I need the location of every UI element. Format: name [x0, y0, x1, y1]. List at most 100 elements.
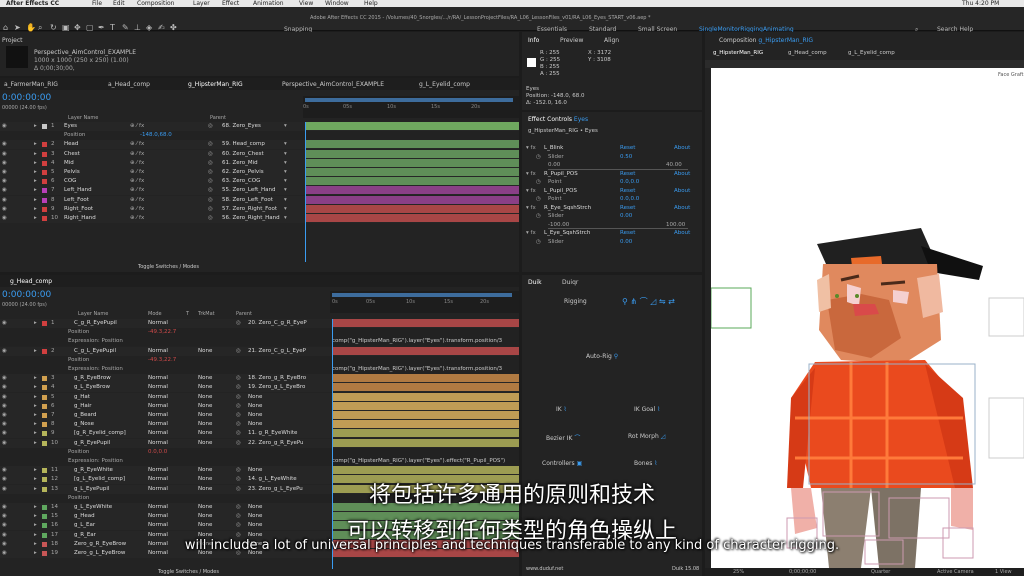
expand-arrow-icon[interactable]: ▸	[34, 319, 37, 328]
layer-duration-bar[interactable]	[305, 140, 519, 149]
layer-parent[interactable]: 11. g_R_EyeWhite	[248, 429, 297, 438]
table-row[interactable]: Position -49.3,22.7	[0, 328, 519, 338]
pickwhip-icon[interactable]: ◎	[236, 393, 241, 402]
expand-arrow-icon[interactable]: ▸	[34, 466, 37, 475]
stopwatch-icon[interactable]: ◷	[536, 238, 541, 247]
layer-name[interactable]: g_R_EyePupil	[74, 439, 110, 448]
label-color-swatch[interactable]	[42, 197, 47, 203]
layer-parent[interactable]: 60. Zero_Chest	[222, 150, 264, 159]
dropdown-arrow-icon[interactable]: ▾	[284, 122, 287, 131]
visibility-icon[interactable]: ◉	[2, 383, 7, 392]
effect-property-value[interactable]: 0.00	[620, 238, 632, 247]
layer-parent[interactable]: None	[248, 393, 262, 402]
expand-arrow-icon[interactable]: ▸	[34, 177, 37, 186]
expression-text[interactable]: comp("g_HipsterMan_RIG").layer("Eyes").t…	[332, 365, 502, 374]
tab-info[interactable]: Info	[528, 37, 539, 44]
visibility-icon[interactable]: ◉	[2, 159, 7, 168]
expand-arrow-icon[interactable]: ▸	[34, 420, 37, 429]
dropdown-arrow-icon[interactable]: ▾	[284, 196, 287, 205]
rotate-tool-icon[interactable]: ↻	[50, 23, 57, 32]
table-row[interactable]: ◉ ▸ 1 Eyes ⊕ ⁄ fx ◎ 68. Zero_Eyes ▾	[0, 122, 519, 131]
table-row[interactable]: ◉ ▸ 3 g_R_EyeBrow Normal None ◎ 18. Zero_g_R_Ey…	[0, 374, 519, 384]
layer-name[interactable]: C_g_L_EyePupil	[74, 347, 116, 356]
duik-bones-button[interactable]: Bones ⌇	[634, 460, 657, 467]
expand-arrow-icon[interactable]: ▸	[34, 393, 37, 402]
layer-parent[interactable]: 55. Zero_Left_Hand	[222, 186, 275, 195]
effect-controls-tab[interactable]: Effect Controls Eyes	[528, 116, 588, 123]
menu-window[interactable]: Window	[325, 0, 349, 7]
switches-icon[interactable]: ⊕ ⁄ fx	[130, 150, 144, 159]
visibility-icon[interactable]: ◉	[2, 177, 7, 186]
tab-l-eyelid-comp[interactable]: g_L_Eyelid_comp	[419, 81, 470, 88]
layer-mode[interactable]: Normal	[148, 374, 168, 383]
layer-duration-bar[interactable]	[332, 429, 519, 438]
pickwhip-icon[interactable]: ◎	[236, 429, 241, 438]
table-row[interactable]: Expression: Position comp("g_HipsterMan_R…	[0, 337, 519, 347]
clone-tool-icon[interactable]: ⊥	[134, 23, 141, 32]
table-row[interactable]: ◉ ▸ 1 C_g_R_EyePupil Normal ◎ 20. Zero_C_g_R_E…	[0, 319, 519, 328]
menu-edit[interactable]: Edit	[113, 0, 125, 7]
tab-farmerman-rig[interactable]: a_FarmerMan_RIG	[4, 81, 58, 88]
label-color-swatch[interactable]	[42, 179, 47, 185]
switches-icon[interactable]: ⊕ ⁄ fx	[130, 122, 144, 131]
dropdown-arrow-icon[interactable]: ▾	[284, 177, 287, 186]
selection-tool-icon[interactable]: ➤	[14, 23, 21, 32]
layer-mode[interactable]: Normal	[148, 383, 168, 392]
expression-text[interactable]: comp("g_HipsterMan_RIG").layer("Eyes").t…	[332, 337, 502, 346]
layer-mode[interactable]: Normal	[148, 439, 168, 448]
pickwhip-icon[interactable]: ◎	[208, 122, 213, 131]
layer-name[interactable]: g_R_EyeBrow	[74, 374, 111, 383]
visibility-icon[interactable]: ◉	[2, 205, 7, 214]
layer-duration-bar[interactable]	[332, 319, 519, 327]
layer-duration-bar[interactable]	[332, 383, 519, 392]
layer-parent[interactable]: 59. Head_comp	[222, 140, 265, 149]
layer-parent[interactable]: 62. Zero_Pelvis	[222, 168, 264, 177]
property-value[interactable]: -49.3,22.7	[148, 328, 176, 337]
menu-composition[interactable]: Composition	[137, 0, 174, 7]
dropdown-arrow-icon[interactable]: ▾	[284, 159, 287, 168]
switches-icon[interactable]: ⊕ ⁄ fx	[130, 168, 144, 177]
layer-name[interactable]: g_L_EyeBrow	[74, 383, 110, 392]
property-value[interactable]: -148.0,68.0	[140, 131, 172, 140]
tab-perspective-aimcontrol[interactable]: Perspective_AimControl_EXAMPLE	[282, 81, 384, 88]
table-row[interactable]: ◉ ▸ 4 g_L_EyeBrow Normal None ◎ 19. Zero_g_L_Ey…	[0, 383, 519, 393]
label-color-swatch[interactable]	[42, 413, 47, 418]
table-row[interactable]: ◉ ▸ 8 g_Nose Normal None ◎ None	[0, 420, 519, 430]
tab-hipsterman-rig[interactable]: g_HipsterMan_RIG	[188, 81, 243, 88]
menu-layer[interactable]: Layer	[193, 0, 210, 7]
work-area-bar[interactable]	[305, 98, 513, 102]
layer-duration-bar[interactable]	[305, 122, 519, 130]
layer-mode[interactable]: Normal	[148, 429, 168, 438]
tab-preview[interactable]: Preview	[560, 37, 583, 44]
toggle-switches-modes[interactable]: Toggle Switches / Modes	[138, 264, 199, 270]
layer-duration-bar[interactable]	[305, 168, 519, 176]
table-row[interactable]: Expression: Position comp("g_HipsterMan_R…	[0, 457, 519, 466]
layer-duration-bar[interactable]	[332, 392, 519, 401]
label-color-swatch[interactable]	[42, 440, 47, 446]
table-row[interactable]: Position 0.0,0.0	[0, 447, 519, 457]
layer-duration-bar[interactable]	[305, 204, 519, 213]
table-row[interactable]: ◉ ▸ 6 COG ⊕ ⁄ fx ◎ 63. Zero_COG ▾	[0, 177, 519, 187]
layer-name[interactable]: g_R_EyeWhite	[74, 466, 113, 475]
pickwhip-icon[interactable]: ◎	[236, 420, 241, 429]
expand-arrow-icon[interactable]: ▸	[34, 411, 37, 420]
visibility-icon[interactable]: ◉	[2, 186, 7, 195]
layer-parent[interactable]: 58. Zero_Left_Foot	[222, 196, 273, 205]
switches-icon[interactable]: ⊕ ⁄ fx	[130, 186, 144, 195]
current-time[interactable]: 0:00:00:00	[2, 290, 51, 300]
expand-arrow-icon[interactable]: ▸	[34, 205, 37, 214]
pickwhip-icon[interactable]: ◎	[208, 177, 213, 186]
layer-mode[interactable]: Normal	[148, 466, 168, 475]
roto-tool-icon[interactable]: ✍	[158, 23, 165, 32]
eraser-tool-icon[interactable]: ◈	[146, 23, 152, 32]
layer-parent[interactable]: 56. Zero_Right_Hand	[222, 214, 280, 223]
label-color-swatch[interactable]	[42, 170, 47, 175]
layer-duration-bar[interactable]	[332, 466, 519, 475]
layer-duration-bar[interactable]	[305, 177, 519, 186]
resolution-dropdown[interactable]: Quarter	[871, 568, 890, 576]
project-tab[interactable]: Project	[2, 37, 23, 44]
table-row[interactable]: ◉ ▸ 3 Chest ⊕ ⁄ fx ◎ 60. Zero_Chest ▾	[0, 149, 519, 159]
layer-duration-bar[interactable]	[305, 158, 519, 167]
table-row[interactable]: ◉ ▸ 5 Pelvis ⊕ ⁄ fx ◎ 62. Zero_Pelvis ▾	[0, 168, 519, 177]
switches-icon[interactable]: ⊕ ⁄ fx	[130, 177, 144, 186]
